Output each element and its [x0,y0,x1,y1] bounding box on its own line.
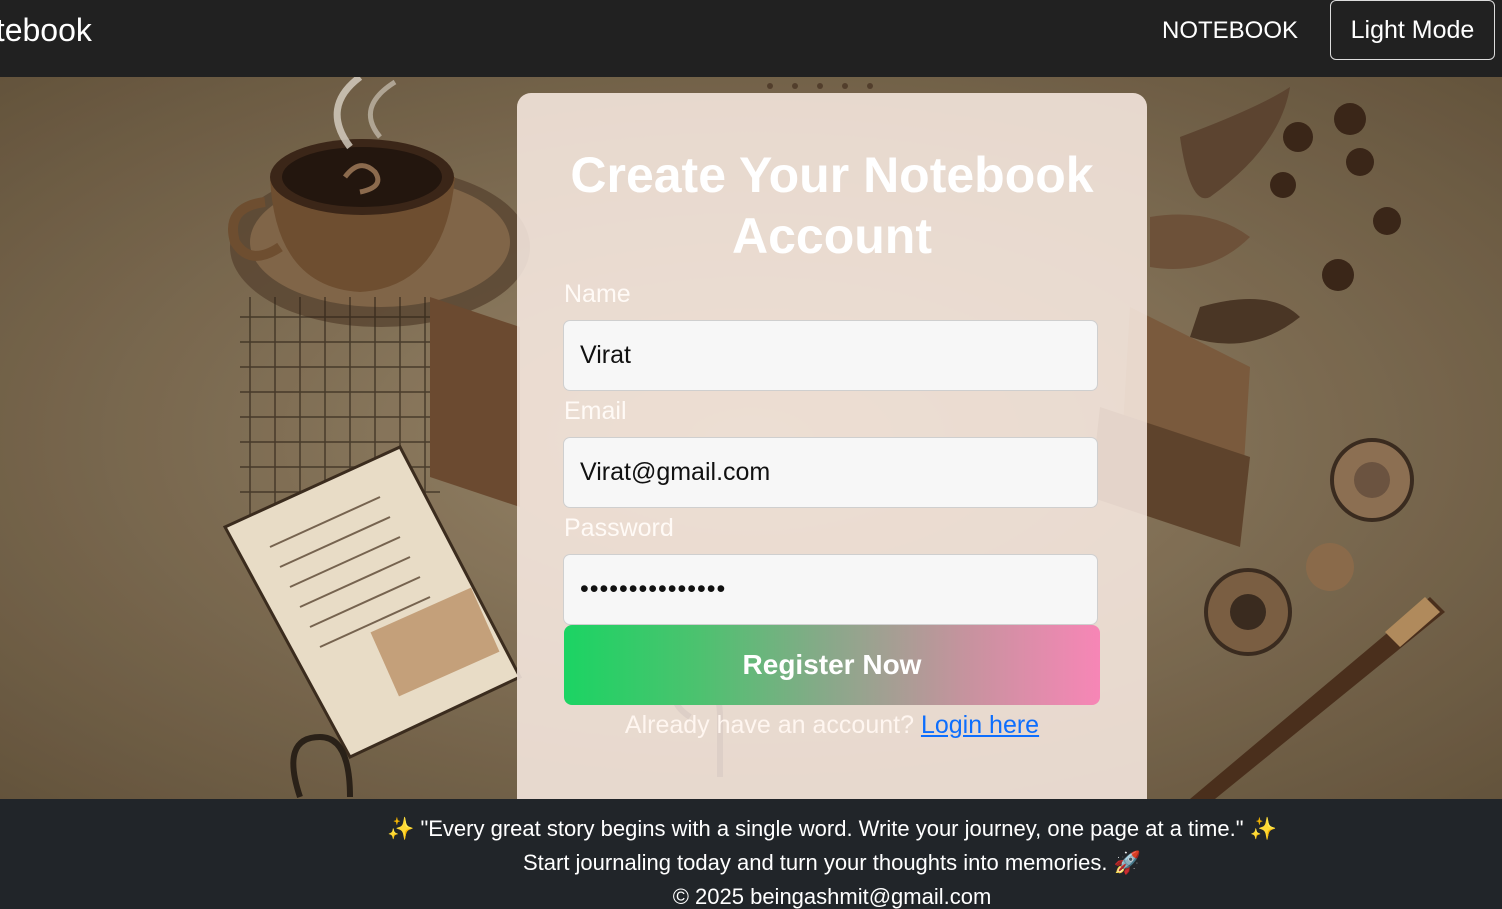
navbar: otebook NOTEBOOK Light Mode [0,0,1502,77]
email-label: Email [564,397,627,425]
light-mode-toggle-button[interactable]: Light Mode [1330,0,1495,60]
login-here-link[interactable]: Login here [921,711,1039,739]
footer-quote: ✨ "Every great story begins with a singl… [386,816,1278,841]
name-label: Name [564,280,631,308]
footer: ✨ "Every great story begins with a singl… [0,799,1502,909]
footer-tagline: Start journaling today and turn your tho… [522,850,1142,875]
register-now-button[interactable]: Register Now [564,625,1100,705]
email-input[interactable]: Virat@gmail.com [563,437,1098,508]
password-input[interactable]: ••••••••••••••• [563,554,1098,625]
form-title-text: Create Your Notebook Account [570,147,1094,264]
nav-link-notebook[interactable]: NOTEBOOK [1162,16,1298,46]
form-title: Create Your Notebook Account [517,145,1147,267]
brand-logo-text[interactable]: otebook [0,10,92,50]
login-prompt-row: Already have an account? Login here [517,708,1147,742]
footer-copyright: © 2025 beingashmit@gmail.com [672,884,992,909]
name-input[interactable]: Virat [563,320,1098,391]
login-prompt-text: Already have an account? [624,711,914,739]
password-label: Password [564,514,674,542]
